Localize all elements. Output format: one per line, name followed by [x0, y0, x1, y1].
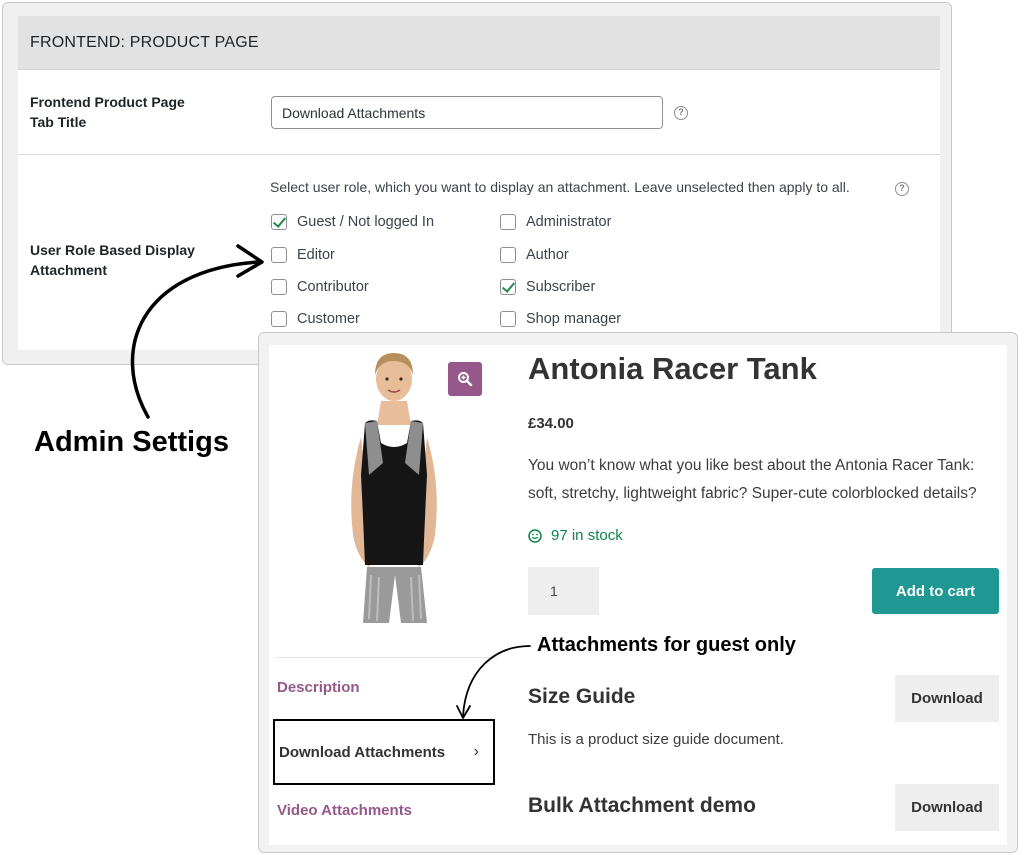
help-icon[interactable]: ? [895, 182, 909, 196]
attachment-description: This is a product size guide document. [528, 731, 784, 748]
checkbox-checked[interactable] [500, 279, 516, 295]
user-role-label: User Role Based Display Attachment [30, 242, 195, 278]
attachment-title: Size Guide [528, 685, 636, 708]
admin-settings-panel: FRONTEND: PRODUCT PAGE Frontend Product … [2, 2, 952, 365]
download-button[interactable]: Download [895, 784, 999, 831]
section-title: FRONTEND: PRODUCT PAGE [18, 16, 940, 70]
product-page-card: Antonia Racer Tank £34.00 You won’t know… [269, 345, 1007, 845]
role-shop-manager[interactable]: Shop manager [500, 311, 621, 327]
checkbox-checked[interactable] [271, 214, 287, 230]
checkbox[interactable] [500, 311, 516, 327]
attachment-title: Bulk Attachment demo [528, 794, 756, 817]
role-author[interactable]: Author [500, 247, 569, 263]
tab-video-attachments[interactable]: Video Attachments [277, 802, 412, 819]
user-role-row: User Role Based Display Attachment Selec… [18, 155, 940, 350]
product-title: Antonia Racer Tank [528, 351, 817, 386]
checkbox[interactable] [500, 247, 516, 263]
role-guest[interactable]: Guest / Not logged In [271, 214, 434, 230]
help-icon[interactable]: ? [674, 106, 688, 120]
checkbox[interactable] [271, 279, 287, 295]
magnifier-plus-icon [458, 372, 473, 387]
role-subscriber[interactable]: Subscriber [500, 279, 595, 295]
checkbox[interactable] [271, 311, 287, 327]
tab-title-input[interactable] [271, 96, 663, 129]
download-button[interactable]: Download [895, 675, 999, 722]
role-administrator[interactable]: Administrator [500, 214, 611, 230]
product-price: £34.00 [528, 415, 574, 432]
role-editor[interactable]: Editor [271, 247, 335, 263]
product-page-panel: Antonia Racer Tank £34.00 You won’t know… [258, 332, 1018, 853]
product-short-description: You won’t know what you like best about … [528, 457, 977, 502]
tab-title-label: Frontend Product Page Tab Title [30, 94, 185, 130]
admin-settings-annotation: Admin Settigs [34, 426, 229, 458]
user-role-description: Select user role, which you want to disp… [270, 179, 850, 195]
admin-settings-card: FRONTEND: PRODUCT PAGE Frontend Product … [18, 16, 940, 350]
add-to-cart-button[interactable]: Add to cart [872, 568, 999, 614]
checkbox[interactable] [500, 214, 516, 230]
zoom-button[interactable] [448, 362, 482, 396]
tab-download-attachments[interactable]: Download Attachments › [273, 719, 495, 785]
role-customer[interactable]: Customer [271, 311, 360, 327]
quantity-input[interactable] [528, 567, 599, 615]
role-contributor[interactable]: Contributor [271, 279, 369, 295]
guest-only-annotation: Attachments for guest only [537, 634, 796, 656]
tabs-divider [275, 657, 497, 658]
tab-title-row: Frontend Product Page Tab Title ? [18, 70, 940, 155]
stock-status: 97 in stock [528, 527, 623, 544]
smile-icon [528, 528, 542, 543]
checkbox[interactable] [271, 247, 287, 263]
tab-description[interactable]: Description [277, 679, 360, 696]
chevron-right-icon: › [473, 743, 479, 760]
